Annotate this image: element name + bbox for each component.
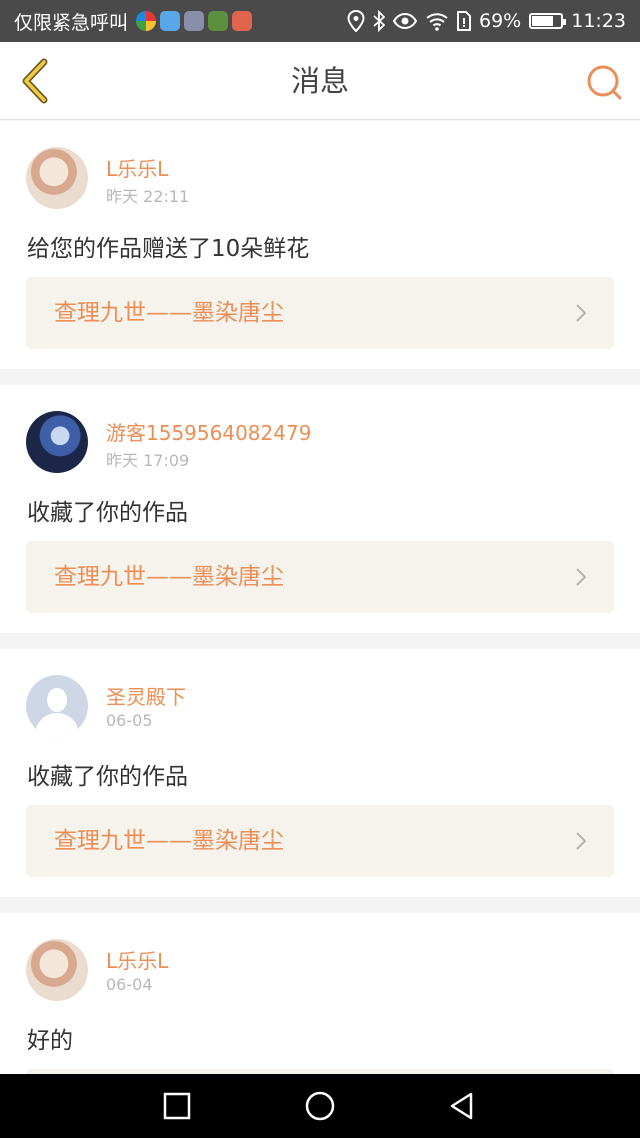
avatar[interactable] (26, 411, 88, 473)
message-text: 给您的作品赠送了10朵鲜花 (27, 236, 310, 262)
navigation-bar (0, 1074, 640, 1138)
work-link[interactable]: 查理九世——墨染唐尘 (26, 277, 614, 349)
lock-notification-icon (208, 11, 229, 31)
username[interactable]: 圣灵殿下 (106, 681, 186, 710)
timestamp: 06-04 (106, 975, 153, 994)
sim-icon (457, 11, 471, 31)
chevron-right-icon (576, 304, 587, 322)
message-text: 好的 (27, 1028, 73, 1054)
status-right: 69% 11:23 (347, 0, 626, 42)
battery-icon (529, 13, 567, 29)
message-text: 收藏了你的作品 (27, 500, 188, 526)
avatar[interactable] (26, 939, 88, 1001)
mail-notification-icon (232, 11, 253, 31)
timestamp: 06-05 (106, 711, 153, 730)
work-title: 查理九世——墨染唐尘 (54, 828, 284, 854)
default-avatar[interactable] (26, 675, 88, 737)
app-notification-icon (136, 11, 157, 31)
page-title: 消息 (290, 64, 349, 98)
avatar[interactable] (26, 147, 88, 209)
search-icon[interactable] (584, 62, 624, 102)
username[interactable]: 游客1559564082479 (106, 417, 311, 446)
message-list: L乐乐L 昨天 22:11 给您的作品赠送了10朵鲜花 查理九世——墨染唐尘 游… (0, 121, 640, 1138)
location-icon (347, 10, 365, 32)
work-link[interactable]: 查理九世——墨染唐尘 (26, 805, 614, 877)
back-icon[interactable] (446, 1090, 478, 1122)
timestamp: 昨天 17:09 (106, 451, 190, 470)
status-left: 仅限紧急呼叫 (14, 0, 253, 42)
browser-notification-icon (160, 11, 181, 31)
carrier-text: 仅限紧急呼叫 (14, 11, 129, 34)
timestamp: 昨天 22:11 (106, 187, 190, 206)
message-card: 圣灵殿下 06-05 收藏了你的作品 查理九世——墨染唐尘 (0, 649, 640, 897)
wifi-icon (426, 13, 448, 31)
header: 消息 (0, 42, 640, 120)
bluetooth-icon (373, 10, 385, 32)
username[interactable]: L乐乐L (106, 153, 168, 182)
work-title: 查理九世——墨染唐尘 (54, 300, 284, 326)
eye-icon (393, 12, 417, 30)
chevron-right-icon (576, 832, 587, 850)
home-icon[interactable] (304, 1090, 336, 1122)
shield-notification-icon (184, 11, 205, 31)
clock: 11:23 (571, 10, 626, 32)
chevron-right-icon (576, 568, 587, 586)
message-text: 收藏了你的作品 (27, 764, 188, 790)
work-title: 查理九世——墨染唐尘 (54, 564, 284, 590)
username[interactable]: L乐乐L (106, 945, 168, 974)
status-bar: 仅限紧急呼叫 69% 11:23 (0, 0, 640, 42)
battery-percent: 69% (479, 10, 522, 32)
work-link[interactable]: 查理九世——墨染唐尘 (26, 541, 614, 613)
recents-icon[interactable] (161, 1090, 193, 1122)
message-card: L乐乐L 昨天 22:11 给您的作品赠送了10朵鲜花 查理九世——墨染唐尘 (0, 121, 640, 369)
message-card: 游客1559564082479 昨天 17:09 收藏了你的作品 查理九世——墨… (0, 385, 640, 633)
